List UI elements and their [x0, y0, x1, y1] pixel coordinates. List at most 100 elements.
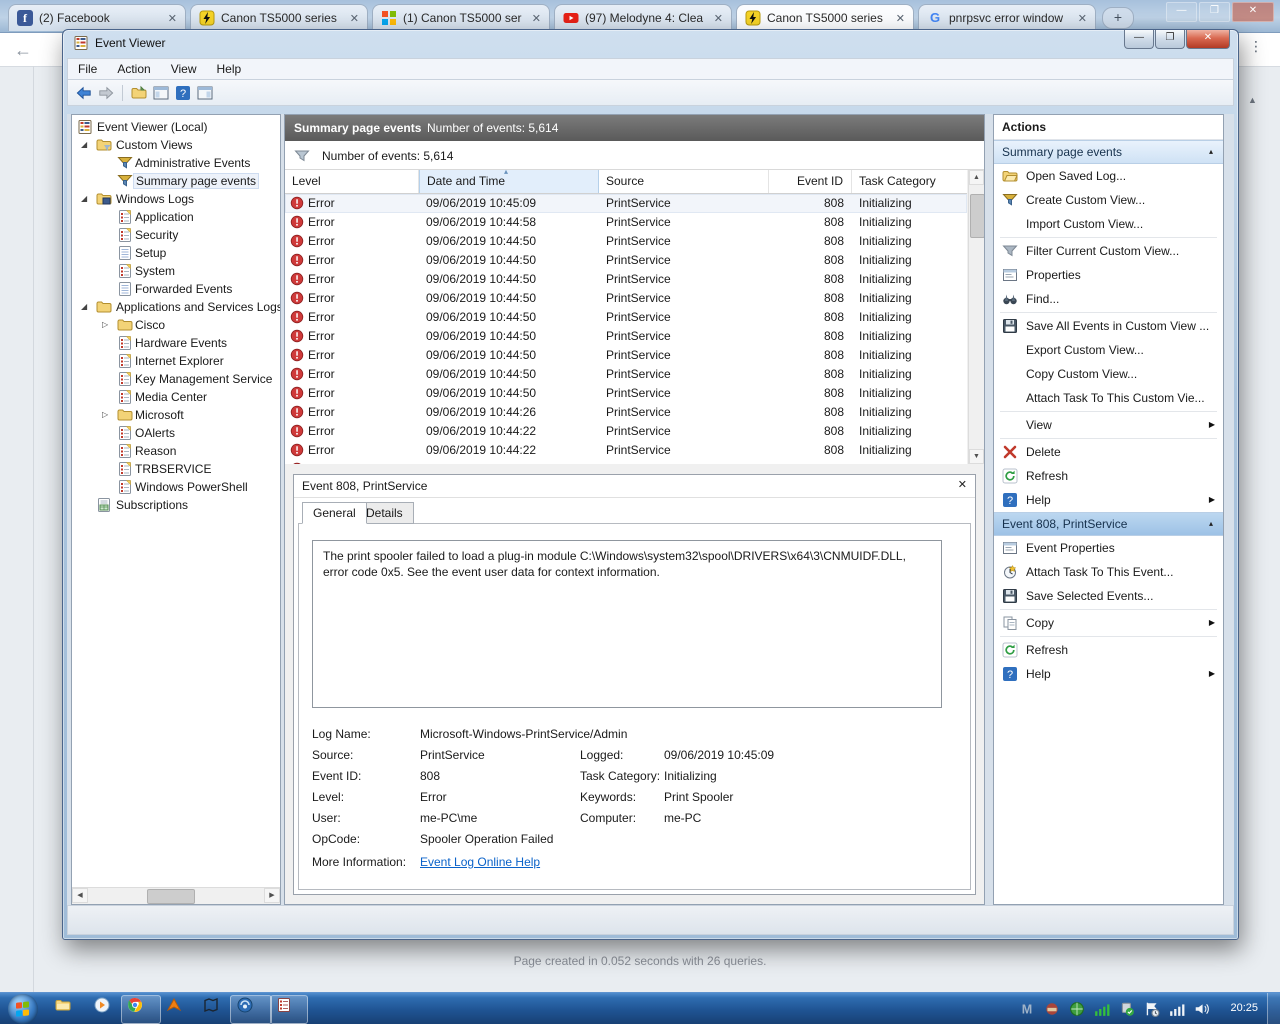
action-help[interactable]: ?Help▶	[994, 662, 1223, 686]
tree-item-windows-logs[interactable]: ◢Windows Logs	[72, 190, 280, 208]
network-signal-icon[interactable]	[1169, 1001, 1185, 1017]
tree-item-microsoft[interactable]: ▷Microsoft	[72, 406, 280, 424]
event-row[interactable]: Error09/06/2019 10:45:09PrintService808I…	[285, 194, 967, 213]
action-attach-task-to-this-event[interactable]: Attach Task To This Event...	[994, 560, 1223, 584]
action-delete[interactable]: Delete	[994, 440, 1223, 464]
browser-restore-button[interactable]: ❐	[1199, 2, 1230, 22]
action-import-custom-view[interactable]: Import Custom View...	[994, 212, 1223, 236]
tree-item-event-viewer-local[interactable]: Event Viewer (Local)	[72, 118, 280, 136]
minimize-button[interactable]: —	[1124, 30, 1154, 49]
tree-item-key-management-service[interactable]: Key Management Service	[72, 370, 280, 388]
tab-close-icon[interactable]: ✕	[530, 12, 543, 25]
column-header-level[interactable]: Level	[285, 170, 419, 193]
scroll-up-icon[interactable]: ▲	[969, 170, 984, 185]
event-row[interactable]: Error09/06/2019 10:44:50PrintService808I…	[285, 289, 967, 308]
action-refresh[interactable]: Refresh	[994, 638, 1223, 662]
event-row[interactable]: Error09/06/2019 10:44:50PrintService808I…	[285, 308, 967, 327]
tab-close-icon[interactable]: ✕	[166, 12, 179, 25]
tab-97-melodyne-4-clea[interactable]: (97) Melodyne 4: Clea✕	[554, 4, 732, 31]
tree-item-reason[interactable]: Reason	[72, 442, 280, 460]
event-row[interactable]: Error09/06/2019 10:44:50PrintService808I…	[285, 270, 967, 289]
action-pane-icon[interactable]	[197, 85, 213, 101]
page-scroll-up-icon[interactable]: ▲	[1248, 95, 1257, 105]
red-tray-icon[interactable]	[1044, 1001, 1060, 1017]
browser-back-icon[interactable]: ←	[14, 40, 32, 61]
action-properties[interactable]: Properties	[994, 263, 1223, 287]
tree-item-cisco[interactable]: ▷Cisco	[72, 316, 280, 334]
event-row[interactable]: Error09/06/2019 10:44:50PrintService808I…	[285, 346, 967, 365]
event-row[interactable]: Error09/06/2019 10:44:50PrintService808I…	[285, 251, 967, 270]
tab-general[interactable]: General	[302, 502, 367, 524]
expander-icon[interactable]: ◢	[81, 298, 87, 316]
action-group-header-summary-page-events[interactable]: Summary page events▴	[994, 140, 1223, 164]
action-view[interactable]: View▶	[994, 413, 1223, 437]
close-button[interactable]: ✕	[1186, 30, 1230, 49]
tab-canon-ts5000-series[interactable]: Canon TS5000 series✕	[736, 4, 914, 31]
event-row[interactable]: Error09/06/2019 10:44:22PrintService808I…	[285, 441, 967, 460]
volume-icon[interactable]	[1194, 1001, 1210, 1017]
tree-item-windows-powershell[interactable]: Windows PowerShell	[72, 478, 280, 496]
expander-icon[interactable]: ▷	[102, 316, 108, 334]
back-icon[interactable]	[76, 85, 92, 101]
blue-app-icon[interactable]	[237, 997, 253, 1013]
menu-file[interactable]: File	[68, 62, 107, 76]
explorer-icon[interactable]	[55, 997, 71, 1013]
tree-item-security[interactable]: Security	[72, 226, 280, 244]
action-find[interactable]: Find...	[994, 287, 1223, 311]
tree-item-internet-explorer[interactable]: Internet Explorer	[72, 352, 280, 370]
event-row[interactable]: Error09/06/2019 10:44:50PrintService808I…	[285, 384, 967, 403]
scroll-left-icon[interactable]: ◀	[72, 888, 88, 903]
event-list-scrollbar[interactable]: ▲ ▼	[968, 170, 985, 464]
column-header-date-and-time[interactable]: ▴Date and Time	[419, 170, 599, 193]
browser-close-button[interactable]: ✕	[1232, 2, 1274, 22]
column-header-source[interactable]: Source	[599, 170, 769, 193]
media-player-icon[interactable]	[94, 997, 110, 1013]
action-group-header-event-808-printservice[interactable]: Event 808, PrintService▴	[994, 512, 1223, 536]
tree-item-applications-and-services-logs[interactable]: ◢Applications and Services Logs	[72, 298, 280, 316]
scroll-thumb[interactable]	[147, 889, 195, 904]
chrome-icon[interactable]	[127, 997, 143, 1013]
event-row[interactable]: Error09/06/2019 10:44:50PrintService808I…	[285, 232, 967, 251]
orange-app-icon[interactable]	[166, 997, 182, 1013]
tab-close-icon[interactable]: ✕	[712, 12, 725, 25]
console-tree-icon[interactable]	[153, 85, 169, 101]
action-save-selected-events[interactable]: Save Selected Events...	[994, 584, 1223, 608]
expander-icon[interactable]: ▷	[102, 406, 108, 424]
title-bar[interactable]: Event Viewer — ❐ ✕	[63, 30, 1238, 57]
scroll-right-icon[interactable]: ▶	[264, 888, 280, 903]
signal-green-icon[interactable]	[1094, 1001, 1110, 1017]
usb-safely-remove-icon[interactable]	[1119, 1001, 1135, 1017]
tab-canon-ts5000-series[interactable]: Canon TS5000 series✕	[190, 4, 368, 31]
tree-item-application[interactable]: Application	[72, 208, 280, 226]
tab-2-facebook[interactable]: f(2) Facebook✕	[8, 4, 186, 31]
collapse-icon[interactable]: ▴	[1209, 141, 1213, 163]
menu-help[interactable]: Help	[207, 62, 252, 76]
restore-button[interactable]: ❐	[1155, 30, 1185, 49]
tab-close-icon[interactable]: ✕	[894, 12, 907, 25]
action-export-custom-view[interactable]: Export Custom View...	[994, 338, 1223, 362]
action-event-properties[interactable]: Event Properties	[994, 536, 1223, 560]
event-row[interactable]: Error09/06/2019 10:44:58PrintService808I…	[285, 213, 967, 232]
tree-item-hardware-events[interactable]: Hardware Events	[72, 334, 280, 352]
tab-pnrpsvc-error-window[interactable]: Gpnrpsvc error window✕	[918, 4, 1096, 31]
event-row[interactable]: Error09/06/2019 10:44:50PrintService808I…	[285, 365, 967, 384]
event-viewer-taskbar-icon[interactable]	[276, 997, 292, 1013]
action-filter-current-custom-view[interactable]: Filter Current Custom View...	[994, 239, 1223, 263]
scroll-thumb[interactable]	[970, 194, 985, 238]
menu-view[interactable]: View	[161, 62, 207, 76]
event-row[interactable]: Error09/06/2019 10:44:26PrintService808I…	[285, 403, 967, 422]
tab-close-icon[interactable]: ✕	[1076, 12, 1089, 25]
column-header-task-category[interactable]: Task Category	[852, 170, 967, 193]
start-button[interactable]	[8, 994, 38, 1024]
help-toolbar-icon[interactable]: ?	[175, 85, 191, 101]
tree-item-administrative-events[interactable]: Administrative Events	[72, 154, 280, 172]
column-header-event-id[interactable]: Event ID	[769, 170, 852, 193]
black-map-icon[interactable]	[203, 997, 219, 1013]
action-copy-custom-view[interactable]: Copy Custom View...	[994, 362, 1223, 386]
new-tab-button[interactable]: +	[1102, 7, 1134, 29]
taskbar-clock[interactable]: 20:25	[1230, 1002, 1258, 1014]
malwarebytes-tray-icon[interactable]: M	[1019, 1001, 1035, 1017]
action-help[interactable]: ?Help▶	[994, 488, 1223, 512]
action-create-custom-view[interactable]: Create Custom View...	[994, 188, 1223, 212]
action-refresh[interactable]: Refresh	[994, 464, 1223, 488]
